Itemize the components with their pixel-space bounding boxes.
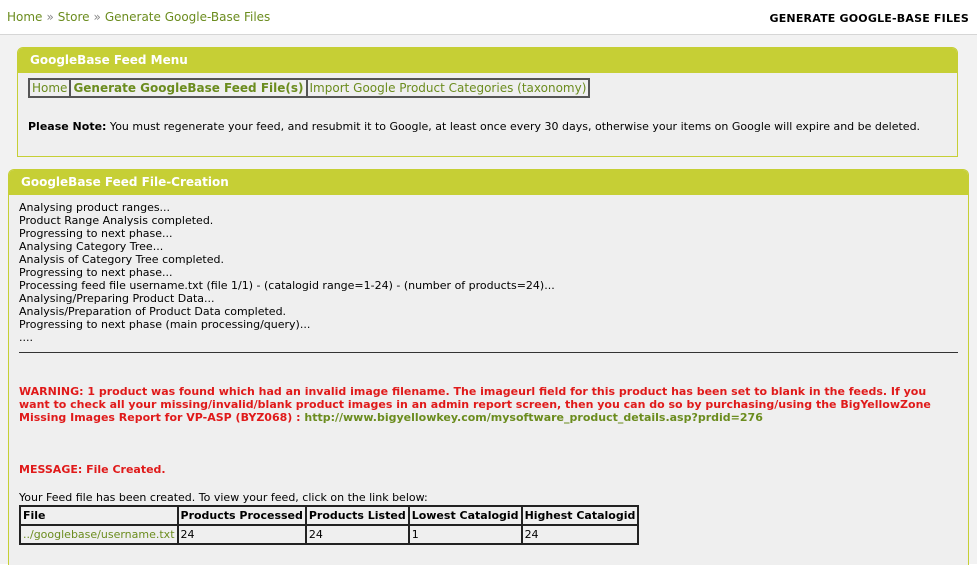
missing-images-report-link[interactable]: http://www.bigyellowkey.com/mysoftware_p…: [304, 411, 763, 424]
processing-log: Analysing product ranges... Product Rang…: [19, 201, 968, 344]
breadcrumb-separator: »: [93, 10, 101, 24]
nav-home-link[interactable]: Home: [32, 81, 67, 95]
log-line: Analysing product ranges...: [19, 201, 171, 214]
table-cell: 24: [305, 525, 409, 544]
creation-panel: GoogleBase Feed File-Creation Analysing …: [8, 169, 969, 565]
column-header: Products Processed: [177, 506, 306, 525]
log-line: Progressing to next phase...: [19, 266, 173, 279]
table-cell: ../googlebase/username.txt: [20, 525, 178, 544]
divider: [19, 352, 958, 353]
nav-cell-import: Import Google Product Categories (taxono…: [306, 79, 590, 97]
creation-panel-title: GoogleBase Feed File-Creation: [9, 170, 968, 195]
table-cell: 24: [177, 525, 306, 544]
warning-message: WARNING: 1 product was found which had a…: [19, 385, 948, 424]
breadcrumb: Home» Store» Generate Google-Base Files: [7, 10, 270, 24]
breadcrumb-home[interactable]: Home: [7, 10, 42, 24]
breadcrumb-separator: »: [46, 10, 54, 24]
note-text: You must regenerate your feed, and resub…: [106, 120, 921, 133]
log-line: Progressing to next phase (main processi…: [19, 318, 311, 331]
column-header: Highest Catalogid: [521, 506, 639, 525]
status-message: MESSAGE: File Created.: [19, 463, 166, 476]
log-line: Analysis/Preparation of Product Data com…: [19, 305, 287, 318]
feed-file-link[interactable]: ../googlebase/username.txt: [23, 528, 175, 541]
table-row: ../googlebase/username.txt 24 24 1 24: [20, 525, 639, 544]
nav-cell-home: Home: [29, 79, 71, 97]
column-header: Products Listed: [305, 506, 409, 525]
menu-panel: GoogleBase Feed Menu Home Generate Googl…: [17, 47, 958, 157]
log-line: ....: [19, 331, 33, 344]
feed-results-table: File Products Processed Products Listed …: [19, 505, 640, 545]
nav-cell-generate: Generate GoogleBase Feed File(s): [70, 79, 307, 97]
table-cell: 1: [408, 525, 522, 544]
breadcrumb-current[interactable]: Generate Google-Base Files: [105, 10, 270, 24]
nav-generate-link[interactable]: Generate GoogleBase Feed File(s): [73, 81, 303, 95]
feed-intro-text: Your Feed file has been created. To view…: [19, 491, 428, 504]
log-line: Analysis of Category Tree completed.: [19, 253, 224, 266]
log-line: Analysing/Preparing Product Data...: [19, 292, 215, 305]
top-bar: Home» Store» Generate Google-Base Files GE…: [0, 0, 977, 35]
nav-import-taxonomy-link[interactable]: Import Google Product Categories (taxono…: [310, 81, 587, 95]
table-cell: 24: [521, 525, 639, 544]
main-content: GoogleBase Feed Menu Home Generate Googl…: [0, 35, 977, 565]
breadcrumb-store[interactable]: Store: [58, 10, 90, 24]
log-line: Analysing Category Tree...: [19, 240, 164, 253]
page-title: GENERATE GOOGLE-BASE FILES: [769, 12, 969, 25]
log-line: Processing feed file username.txt (file …: [19, 279, 555, 292]
feed-menu-nav: Home Generate GoogleBase Feed File(s) Im…: [28, 78, 591, 98]
column-header: File: [20, 506, 178, 525]
menu-panel-title: GoogleBase Feed Menu: [18, 48, 957, 73]
renewal-note: Please Note: You must regenerate your fe…: [28, 120, 947, 133]
note-label: Please Note:: [28, 120, 107, 133]
log-line: Product Range Analysis completed.: [19, 214, 214, 227]
table-header-row: File Products Processed Products Listed …: [20, 506, 639, 525]
log-line: Progressing to next phase...: [19, 227, 173, 240]
column-header: Lowest Catalogid: [408, 506, 522, 525]
